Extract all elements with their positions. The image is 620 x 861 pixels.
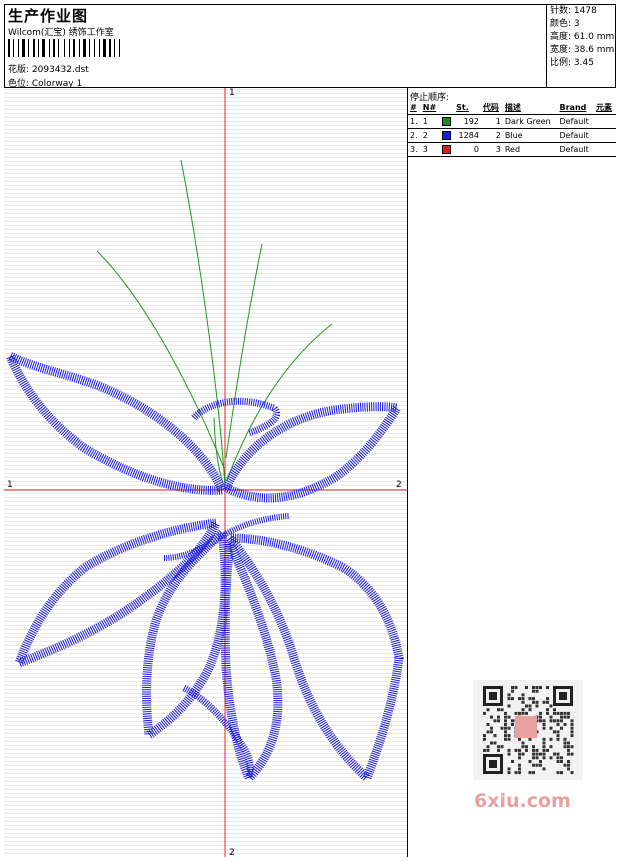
page-title: 生产作业图 (8, 7, 89, 25)
col-code: 代码 (482, 103, 499, 112)
col-element: 元素 (595, 103, 612, 112)
color-count: 颜色: 3 (550, 19, 580, 29)
col-needle: N# (422, 103, 437, 112)
row-description: Red (502, 142, 558, 157)
petals (4, 347, 405, 786)
row-needle: 2 (420, 128, 440, 143)
axis-label-bottom: 2 (229, 848, 235, 857)
petal-bottom-inner (182, 684, 254, 780)
header: 生产作业图 Wilcom(汇宝) 绣饰工作室 花版: 2093432.dst 色… (4, 4, 616, 89)
design-canvas: 1 2 1 2 (4, 88, 408, 857)
axis-label-left: 1 (7, 480, 13, 490)
row-needle: 3 (420, 142, 440, 157)
watermark: 6xiu.com (474, 790, 571, 812)
row-code: 3 (480, 142, 503, 157)
col-brand: Brand (559, 103, 587, 112)
row-code: 2 (480, 128, 503, 143)
row-stitches: 1284 (454, 128, 481, 143)
petal-left (11, 518, 221, 671)
row-index: 1. (408, 114, 421, 129)
stem-1 (180, 159, 226, 487)
row-swatch (439, 128, 455, 143)
qr-code (473, 680, 583, 780)
row-brand: Default (557, 114, 594, 129)
stop-sequence-table: # N# St. 代码 描述 Brand 元素 1. 1 192 1 Dark Gree… (408, 101, 616, 157)
design-height: 高度: 61.0 mm (550, 32, 615, 42)
row-brand: Default (557, 128, 594, 143)
row-description: Dark Green (502, 114, 558, 129)
col-stitches: St. (456, 103, 469, 112)
table-row: 3. 3 0 3 Red Default (408, 142, 616, 157)
stems (96, 159, 333, 487)
barcode (8, 39, 120, 57)
table-row: 1. 1 192 1 Dark Green Default (408, 114, 616, 129)
row-needle: 1 (420, 114, 440, 129)
petal-lower-left (142, 529, 230, 743)
row-swatch (439, 114, 455, 129)
row-index: 2. (408, 128, 421, 143)
row-brand: Default (557, 142, 594, 157)
petal-bottom (220, 541, 283, 786)
qr-code-graphic (483, 686, 574, 775)
stats-box: 针数: 1478 颜色: 3 高度: 61.0 mm 宽度: 38.6 mm 比… (546, 4, 616, 88)
color-swatch (441, 117, 451, 126)
row-description: Blue (502, 128, 558, 143)
design-scale: 比例: 3.45 (550, 58, 594, 68)
stem-3 (225, 243, 263, 459)
table-header-row: # N# St. 代码 描述 Brand 元素 (408, 101, 616, 115)
row-code: 1 (480, 114, 503, 129)
embroidery-preview: 1 2 1 2 (4, 88, 408, 857)
table-row: 2. 2 1284 2 Blue Default (408, 128, 616, 143)
petal-top-center (191, 397, 280, 437)
stitch-count: 针数: 1478 (550, 6, 597, 16)
row-element (593, 142, 616, 157)
axis-label-top: 1 (229, 88, 235, 98)
col-index: # (410, 103, 417, 112)
row-element (593, 114, 616, 129)
col-swatch (440, 101, 454, 115)
row-stitches: 192 (454, 114, 481, 129)
axis-label-right: 2 (396, 480, 402, 490)
color-swatch (441, 131, 451, 140)
design-width: 宽度: 38.6 mm (550, 45, 615, 55)
petal-lower-right (226, 533, 404, 786)
row-swatch (439, 142, 455, 157)
petal-center-band (163, 513, 290, 561)
petal-top-right (221, 402, 405, 503)
row-stitches: 0 (454, 142, 481, 157)
design-file: 花版: 2093432.dst (8, 65, 89, 75)
stem-2 (96, 250, 225, 469)
petal-top-left (4, 347, 227, 495)
col-description: 描述 (504, 103, 521, 112)
color-swatch (441, 145, 451, 154)
row-element (593, 128, 616, 143)
company-name: Wilcom(汇宝) 绣饰工作室 (8, 28, 114, 38)
row-index: 3. (408, 142, 421, 157)
